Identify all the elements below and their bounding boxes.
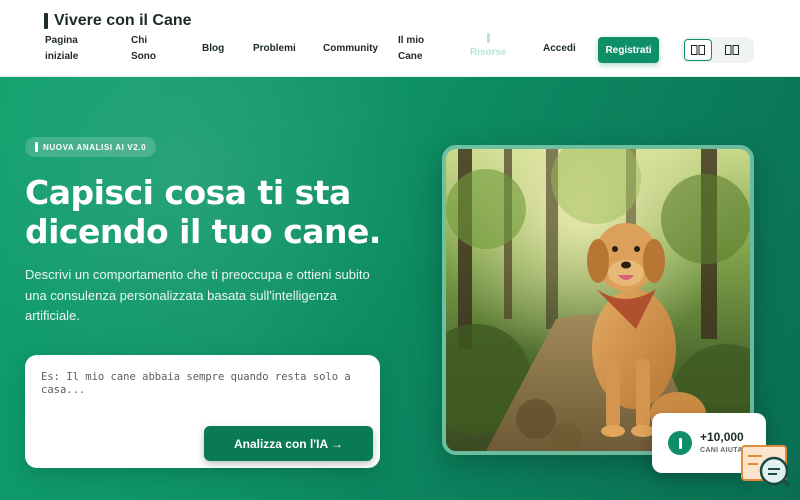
- hero-title: Capisci cosa ti sta dicendo il tuo cane.: [25, 173, 425, 251]
- nav-resources-label: Risorse: [470, 47, 507, 58]
- nav-home[interactable]: Pagina iniziale: [45, 33, 95, 65]
- nav-community[interactable]: Community: [323, 41, 378, 57]
- nav-login[interactable]: Accedi: [543, 41, 576, 57]
- nav-blog[interactable]: Blog: [202, 41, 224, 57]
- chat-widget-icon[interactable]: [740, 444, 792, 490]
- site-header: Vivere con il Cane Pagina iniziale Chi S…: [0, 0, 800, 77]
- brand-logo-icon: [44, 13, 48, 29]
- brand-name: Vivere con il Cane: [54, 12, 192, 29]
- golden-retriever-photo: [442, 145, 754, 455]
- compact-view-icon[interactable]: [718, 39, 746, 61]
- resources-icon: [486, 33, 490, 43]
- nav-problems[interactable]: Problemi: [253, 41, 296, 57]
- nav-about[interactable]: Chi Sono: [131, 33, 161, 65]
- hero-title-line2: dicendo il tuo cane.: [25, 212, 381, 251]
- view-toggle: [681, 37, 754, 63]
- analysis-card: Analizza con l'IA →: [25, 355, 380, 468]
- analyze-button[interactable]: Analizza con l'IA →: [204, 426, 373, 461]
- brand[interactable]: Vivere con il Cane: [44, 12, 192, 30]
- hero-description: Descrivi un comportamento che ti preoccu…: [25, 267, 370, 323]
- behavior-input[interactable]: [41, 371, 366, 421]
- version-badge: NUOVA ANALISI AI V2.0: [25, 137, 157, 157]
- hero-title-line1: Capisci cosa ti sta: [25, 173, 351, 212]
- stat-value: +10,000: [700, 430, 744, 444]
- badge-icon: [35, 142, 38, 152]
- paw-icon: [668, 431, 692, 455]
- hero-section: NUOVA ANALISI AI V2.0 Capisci cosa ti st…: [0, 77, 800, 500]
- grid-view-icon[interactable]: [684, 39, 712, 61]
- badge-text: NUOVA ANALISI AI V2.0: [43, 142, 147, 152]
- nav-resources[interactable]: Risorse: [470, 33, 507, 61]
- nav-my-dog[interactable]: Il mio Cane: [398, 33, 438, 65]
- register-button[interactable]: Registrati: [598, 37, 659, 63]
